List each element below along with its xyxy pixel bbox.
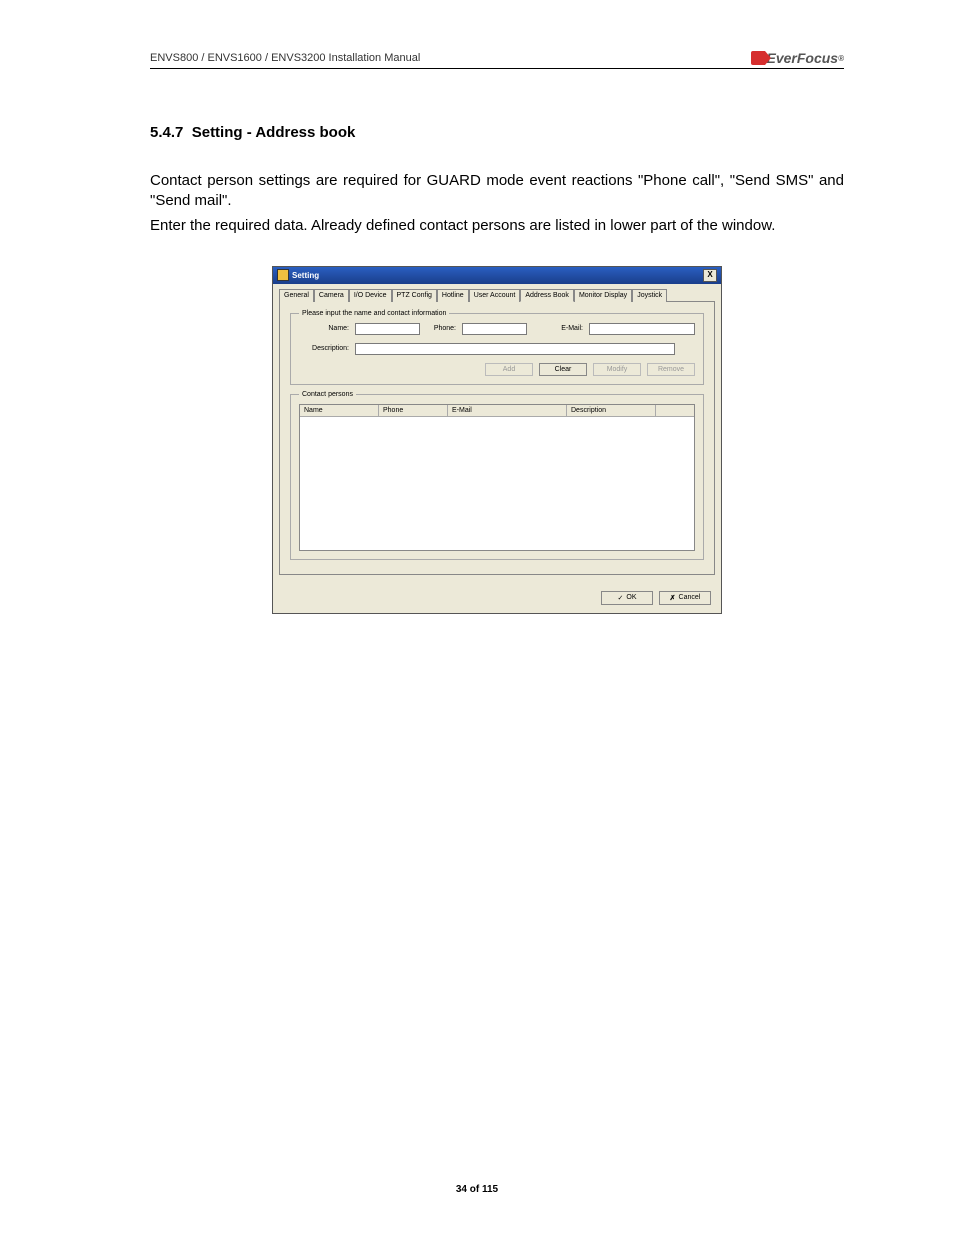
- window-title: Setting: [292, 271, 319, 280]
- close-button[interactable]: X: [703, 269, 717, 282]
- tab-monitor-display[interactable]: Monitor Display: [574, 289, 632, 302]
- page-header: ENVS800 / ENVS1600 / ENVS3200 Installati…: [150, 50, 844, 69]
- contact-list[interactable]: Name Phone E-Mail Description: [299, 404, 695, 551]
- titlebar: Setting X: [273, 267, 721, 284]
- tab-ptz-config[interactable]: PTZ Config: [392, 289, 437, 302]
- paragraph-2: Enter the required data. Already defined…: [150, 216, 844, 236]
- doc-title: ENVS800 / ENVS1600 / ENVS3200 Installati…: [150, 52, 420, 64]
- ok-label: OK: [626, 594, 636, 601]
- col-email[interactable]: E-Mail: [448, 405, 567, 416]
- logo-icon: [751, 51, 765, 65]
- description-label: Description:: [299, 345, 349, 352]
- col-phone[interactable]: Phone: [379, 405, 448, 416]
- email-label: E-Mail:: [533, 325, 583, 332]
- tab-hotline[interactable]: Hotline: [437, 289, 469, 302]
- window-icon: [277, 269, 289, 281]
- name-field[interactable]: [355, 323, 420, 335]
- col-name[interactable]: Name: [300, 405, 379, 416]
- name-label: Name:: [299, 325, 349, 332]
- section-heading: 5.4.7 Setting - Address book: [150, 124, 844, 141]
- input-fieldset: Please input the name and contact inform…: [290, 310, 704, 385]
- tab-panel: Please input the name and contact inform…: [279, 301, 715, 575]
- phone-label: Phone:: [426, 325, 456, 332]
- col-spacer: [656, 405, 694, 416]
- page-number: 34 of 115: [0, 1184, 954, 1195]
- tab-strip: General Camera I/O Device PTZ Config Hot…: [273, 284, 721, 301]
- tab-camera[interactable]: Camera: [314, 289, 349, 302]
- brand-logo: EverFocus®: [751, 50, 845, 66]
- tab-address-book[interactable]: Address Book: [520, 289, 574, 302]
- fieldset-legend: Please input the name and contact inform…: [299, 310, 449, 317]
- cancel-button[interactable]: ✗ Cancel: [659, 591, 711, 605]
- tab-general[interactable]: General: [279, 289, 314, 302]
- section-title: Setting - Address book: [192, 124, 356, 141]
- description-field[interactable]: [355, 343, 675, 355]
- tab-joystick[interactable]: Joystick: [632, 289, 667, 302]
- cancel-label: Cancel: [679, 594, 701, 601]
- brand-name: EverFocus: [767, 50, 839, 66]
- list-legend: Contact persons: [299, 391, 356, 398]
- contact-list-fieldset: Contact persons Name Phone E-Mail Descri…: [290, 391, 704, 560]
- tab-user-account[interactable]: User Account: [469, 289, 521, 302]
- check-icon: ✓: [618, 594, 624, 602]
- add-button[interactable]: Add: [485, 363, 533, 376]
- x-icon: ✗: [670, 594, 676, 602]
- tab-io-device[interactable]: I/O Device: [349, 289, 392, 302]
- dialog-footer: ✓ OK ✗ Cancel: [273, 575, 721, 613]
- section-number: 5.4.7: [150, 124, 183, 141]
- remove-button[interactable]: Remove: [647, 363, 695, 376]
- paragraph-1: Contact person settings are required for…: [150, 171, 844, 212]
- ok-button[interactable]: ✓ OK: [601, 591, 653, 605]
- clear-button[interactable]: Clear: [539, 363, 587, 376]
- brand-suffix: ®: [838, 54, 844, 63]
- phone-field[interactable]: [462, 323, 527, 335]
- setting-dialog: Setting X General Camera I/O Device PTZ …: [272, 266, 722, 614]
- modify-button[interactable]: Modify: [593, 363, 641, 376]
- list-header: Name Phone E-Mail Description: [300, 405, 694, 417]
- col-description[interactable]: Description: [567, 405, 656, 416]
- email-field[interactable]: [589, 323, 695, 335]
